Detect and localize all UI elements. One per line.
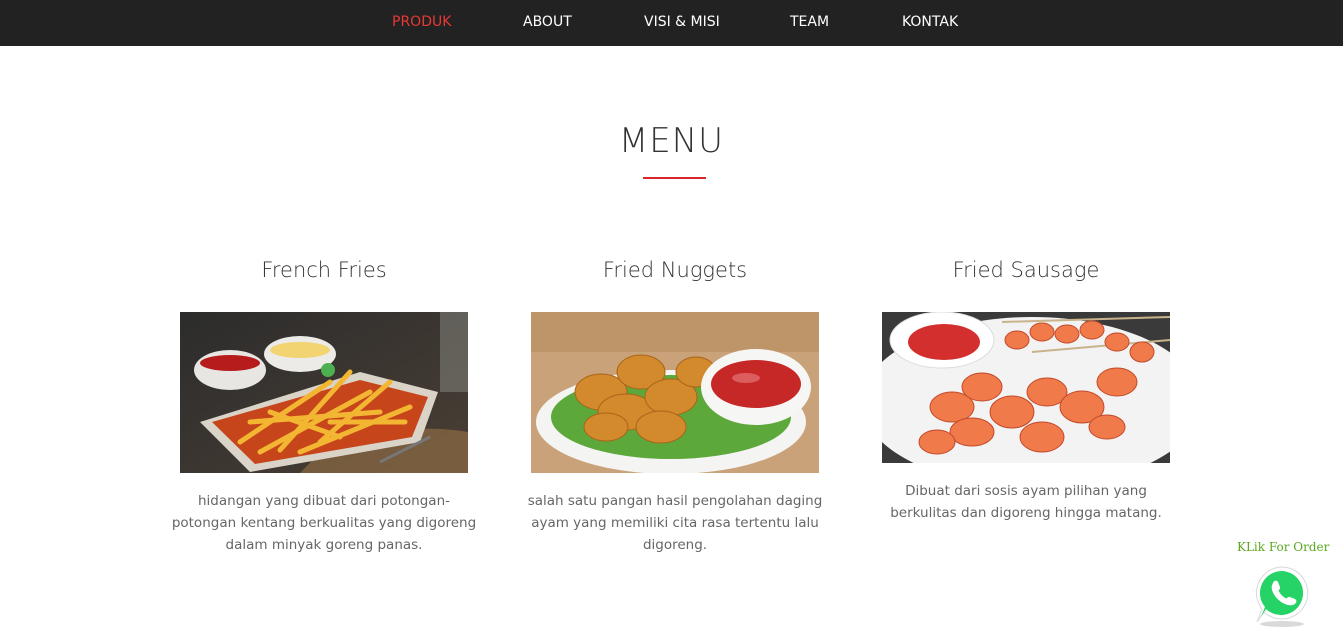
menu-card-description: Dibuat dari sosis ayam pilihan yang berk… [890, 483, 1162, 521]
menu-card-description: hidangan yang dibuat dari potongan-poton… [171, 493, 477, 553]
french-fries-image [180, 312, 468, 473]
menu-card-title: Fried Sausage [952, 258, 1100, 282]
menu-card-title: French Fries [261, 258, 387, 282]
nav-link-kontak[interactable]: KONTAK [902, 0, 958, 46]
whatsapp-icon [1252, 566, 1312, 631]
menu-section-title: MENU [618, 121, 725, 161]
menu-card-title: Fried Nuggets [602, 258, 748, 282]
fried-nuggets-image [531, 312, 819, 473]
whatsapp-order-button[interactable] [1252, 563, 1312, 627]
top-navbar: PRODUK ABOUT VISI & MISI TEAM KONTAK [0, 0, 1343, 46]
menu-card-description: salah satu pangan hasil pengolahan dagin… [527, 493, 823, 553]
nav-link-produk[interactable]: PRODUK [392, 0, 451, 46]
nav-link-about[interactable]: ABOUT [523, 0, 572, 46]
whatsapp-order-label[interactable]: KLik For Order [1237, 540, 1329, 554]
title-underline-divider [643, 177, 706, 179]
nav-link-visi-misi[interactable]: VISI & MISI [644, 0, 720, 46]
fried-sausage-image [882, 312, 1170, 463]
nav-link-team[interactable]: TEAM [790, 0, 829, 46]
